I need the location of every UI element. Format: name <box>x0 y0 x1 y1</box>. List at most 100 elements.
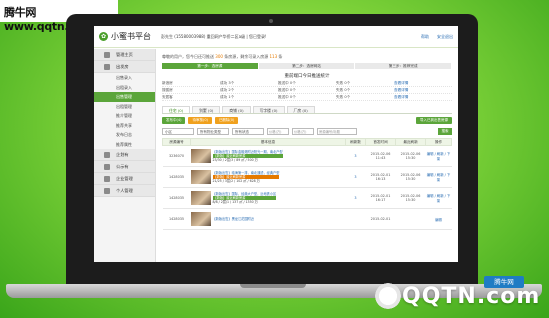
user-greeting: 彭先生 (15580003988) 重回网产华侨二区a级 | 您已登录! <box>161 33 267 39</box>
remain-count: 113 <box>269 54 278 59</box>
listing-photo <box>190 212 211 226</box>
listing-table: 房源编号 基本信息 刷新数 首发时间 最近刷新 操作 3236070 【新版出售… <box>162 138 452 230</box>
listing-meta: 8/8 / 2层/1 / 137 ㎡ / 1350 万 <box>212 200 258 205</box>
home-icon <box>104 52 110 58</box>
tab-residential[interactable]: 住宅 (0) <box>162 106 191 113</box>
row-first: 2015-02-01 <box>365 208 396 230</box>
row-id: 1428035 <box>162 208 191 230</box>
step-indicator: 第一步：选房源 第二步：选房网站 第三步：推荐完成 <box>162 63 452 69</box>
row-last: 2015-02-06 15:30 <box>395 187 426 209</box>
sidebar-group-public[interactable]: 公示有 <box>94 161 155 173</box>
webcam-icon <box>269 19 273 23</box>
step-2: 第二步：选房网站 <box>258 63 355 69</box>
table-row: 1428035 【新版出售】黑龙江花园附近 2015-02-01 编辑 <box>162 208 452 230</box>
filter-deleted[interactable]: 已删除(0) <box>214 117 239 124</box>
sidebar-item-attrs[interactable]: 推荐属性 <box>94 140 155 150</box>
status-select[interactable]: 所有状态 <box>232 127 264 135</box>
help-link[interactable]: 帮助 <box>421 34 429 40</box>
stats-detail-link[interactable]: 查看详情 <box>394 80 452 86</box>
sidebar-group-property[interactable]: 出发房 <box>94 61 155 73</box>
stats-row: 安居客 成功 1个 推送中 0个 失败 0个 查看详情 <box>162 94 452 101</box>
stats-row: 新浪房 成功 3个 推送中 0个 失败 0个 查看详情 <box>162 80 452 87</box>
tab-factory[interactable]: 厂房 (0) <box>286 106 315 113</box>
listing-photo <box>190 170 211 184</box>
app-screen: ✿ 小蜜书平台 彭先生 (15580003988) 重回网产华侨二区a级 | 您… <box>94 26 458 262</box>
sidebar-item-share[interactable]: 推荐共享 <box>94 121 155 131</box>
sidebar-group-plan[interactable]: 企划有 <box>94 149 155 161</box>
row-ops[interactable]: 编辑 <box>425 208 452 230</box>
house-icon <box>104 64 110 70</box>
stats-title: 重前端口今日推送统计 <box>284 74 330 79</box>
sidebar-item-rent-entry[interactable]: 出租录入 <box>94 83 155 93</box>
row-refresh: 3 <box>345 187 366 209</box>
sidebar-group-home[interactable]: 管理主页 <box>94 49 155 61</box>
top-links: 帮助 安全退出 <box>421 34 453 40</box>
public-icon <box>104 164 110 170</box>
price-min-input[interactable]: 价格(万) <box>267 127 289 135</box>
sidebar-item-log[interactable]: 发布日志 <box>94 130 155 140</box>
property-type-select[interactable]: 所有物业类型 <box>197 127 229 135</box>
listing-meta: 21/25 / 3层/2 / 102 ㎡ / 628 万 <box>212 179 260 184</box>
row-ops[interactable]: 编辑 / 刷新 / 下架 <box>425 145 452 167</box>
row-refresh <box>345 208 366 230</box>
row-ops[interactable]: 编辑 / 刷新 / 下架 <box>425 166 452 188</box>
tab-office[interactable]: 写字楼 (0) <box>252 106 285 113</box>
table-row: 1428035 【新版出售】国际，经典大户型，近地铁小区 【新版】最近刷新房源 8/… <box>162 187 452 209</box>
filter-pending[interactable]: 待审核(0) <box>188 117 212 124</box>
app-header: ✿ 小蜜书平台 彭先生 (15580003988) 重回网产华侨二区a级 | 您… <box>94 26 458 48</box>
import-button[interactable]: 导入已到出售房源 <box>416 117 452 124</box>
keyword-input[interactable]: 房源编号/标题 <box>317 127 357 135</box>
category-tabs: 住宅 (0) 别墅 (0) 商铺 (0) 写字楼 (0) 厂房 (0) <box>162 106 452 114</box>
brand-logo-icon: ✿ <box>99 32 108 41</box>
district-select[interactable]: 小区 <box>162 127 194 135</box>
sidebar-item-sale-entry[interactable]: 出售录入 <box>94 73 155 83</box>
row-refresh: 3 <box>345 166 366 188</box>
qqtn-logo-icon <box>370 278 406 314</box>
row-refresh: 3 <box>345 145 366 167</box>
step-1: 第一步：选房源 <box>162 63 258 69</box>
company-icon <box>104 176 110 182</box>
listing-title[interactable]: 【新版出售】黑龙江花园附近 <box>213 217 254 221</box>
listing-photo <box>190 149 211 163</box>
listing-photo <box>190 191 211 205</box>
row-last: 2015-02-06 15:30 <box>395 166 426 188</box>
tab-villa[interactable]: 别墅 (0) <box>192 106 221 113</box>
tab-shop[interactable]: 商铺 (0) <box>222 106 251 113</box>
stats-detail-link[interactable]: 查看详情 <box>394 87 452 93</box>
sidebar-item-sale-manage[interactable]: 出售管理 <box>94 92 155 102</box>
sidebar-group-personal[interactable]: 个人管理 <box>94 185 155 197</box>
row-first: 2015-02-01 16:17 <box>365 187 396 209</box>
sidebar-group-company[interactable]: 企业管理 <box>94 173 155 185</box>
table-row: 1428035 【新版出售】临海第一排，南北通透，经典户型 【新版】最近刷新房源 2… <box>162 166 452 188</box>
row-id: 3236070 <box>162 145 191 167</box>
user-icon <box>104 188 110 194</box>
logout-link[interactable]: 安全退出 <box>437 34 453 40</box>
search-button[interactable]: 搜索 <box>438 127 452 135</box>
stats-detail-link[interactable]: 查看详情 <box>394 94 452 100</box>
col-ops: 操作 <box>425 138 452 146</box>
stats-row: 搜狐房 成功 2个 推送中 0个 失败 0个 查看详情 <box>162 87 452 94</box>
plan-icon <box>104 152 110 158</box>
laptop-notch <box>240 284 306 288</box>
row-last: 2015-02-06 15:30 <box>395 145 426 167</box>
main-content: 尊敬的用户，您今日还可推送 300 条房源，剩余可录入房源 113 条 第一步：… <box>162 53 452 230</box>
col-refresh: 刷新数 <box>345 138 366 146</box>
listing-meta: 23/30 / 2层/3 / 89 ㎡ / 500 万 <box>212 158 258 163</box>
sidebar: 管理主页 出发房 出售录入 出租录入 出售管理 出租管理 推介管理 推荐共享 发… <box>94 49 156 262</box>
col-info: 基本信息 <box>190 138 346 146</box>
col-first: 首发时间 <box>365 138 396 146</box>
qqtn-badge: 腾牛网 <box>484 276 524 288</box>
row-ops[interactable]: 编辑 / 刷新 / 下架 <box>425 187 452 209</box>
brand-title: 小蜜书平台 <box>111 32 151 41</box>
search-bar: 小区 所有物业类型 所有状态 价格(万) 价格(万) 房源编号/标题 搜索 <box>162 127 452 135</box>
row-last <box>395 208 426 230</box>
sidebar-item-promo-manage[interactable]: 推介管理 <box>94 111 155 121</box>
status-filters: 发布中(4) 待审核(0) 已删除(0) 导入已到出售房源 <box>162 117 452 124</box>
table-row: 3236070 【新版出售】国际金融港附近阳光一期，南北户型 【新版】最近刷新房源… <box>162 145 452 167</box>
row-id: 1428035 <box>162 166 191 188</box>
price-max-input[interactable]: 价格(万) <box>292 127 314 135</box>
sidebar-item-rent-manage[interactable]: 出租管理 <box>94 102 155 112</box>
filter-published[interactable]: 发布中(4) <box>162 117 186 124</box>
col-last: 最近刷新 <box>395 138 426 146</box>
quota-notice: 尊敬的用户，您今日还可推送 300 条房源，剩余可录入房源 113 条 <box>162 54 283 59</box>
